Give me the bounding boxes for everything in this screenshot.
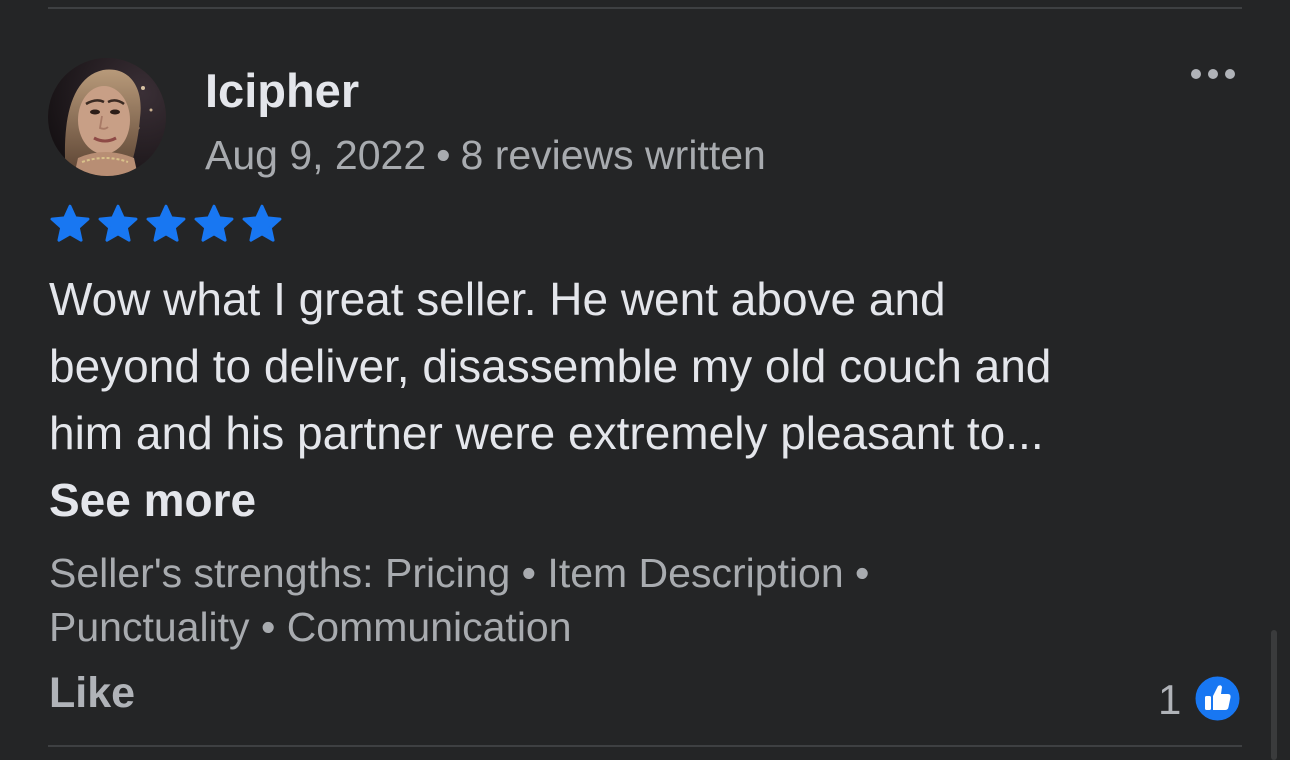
star-icon: [242, 204, 282, 242]
like-button[interactable]: Like: [49, 665, 135, 721]
seller-strengths-line-2: Punctuality • Communication: [49, 604, 572, 650]
seller-strengths: Seller's strengths: Pricing • Item Descr…: [49, 546, 1199, 654]
see-more-link[interactable]: See more: [49, 470, 256, 530]
review-meta: Aug 9, 2022 • 8 reviews written: [205, 128, 766, 182]
like-count: 1: [1158, 676, 1182, 723]
star-icon: [98, 204, 138, 242]
scrollbar[interactable]: [1271, 630, 1277, 760]
seller-strengths-line-1: Seller's strengths: Pricing • Item Descr…: [49, 550, 870, 596]
review-date: Aug 9, 2022: [205, 132, 427, 178]
star-rating: [48, 204, 284, 244]
avatar[interactable]: [48, 58, 166, 176]
thumbs-up-icon: [1193, 674, 1242, 723]
review-text-line: him and his partner were extremely pleas…: [49, 407, 1044, 459]
more-horizontal-icon: [1191, 69, 1235, 79]
reviews-written-count: 8 reviews written: [460, 132, 766, 178]
meta-separator: •: [436, 132, 451, 178]
star-icon: [146, 204, 186, 242]
avatar-photo: [48, 58, 166, 176]
divider-top: [48, 7, 1242, 9]
divider-bottom: [48, 745, 1242, 747]
review-card: Icipher Aug 9, 2022 • 8 reviews written Wo…: [0, 0, 1290, 760]
star-icon: [194, 204, 234, 242]
more-options-button[interactable]: [1184, 58, 1242, 90]
reviewer-name[interactable]: Icipher: [205, 62, 359, 120]
review-text-line: Wow what I great seller. He went above a…: [49, 273, 946, 325]
review-text-line: beyond to deliver, disassemble my old co…: [49, 340, 1052, 392]
review-text: Wow what I great seller. He went above a…: [49, 266, 1249, 467]
star-icon: [50, 204, 90, 242]
like-reaction-badge[interactable]: [1193, 674, 1242, 723]
